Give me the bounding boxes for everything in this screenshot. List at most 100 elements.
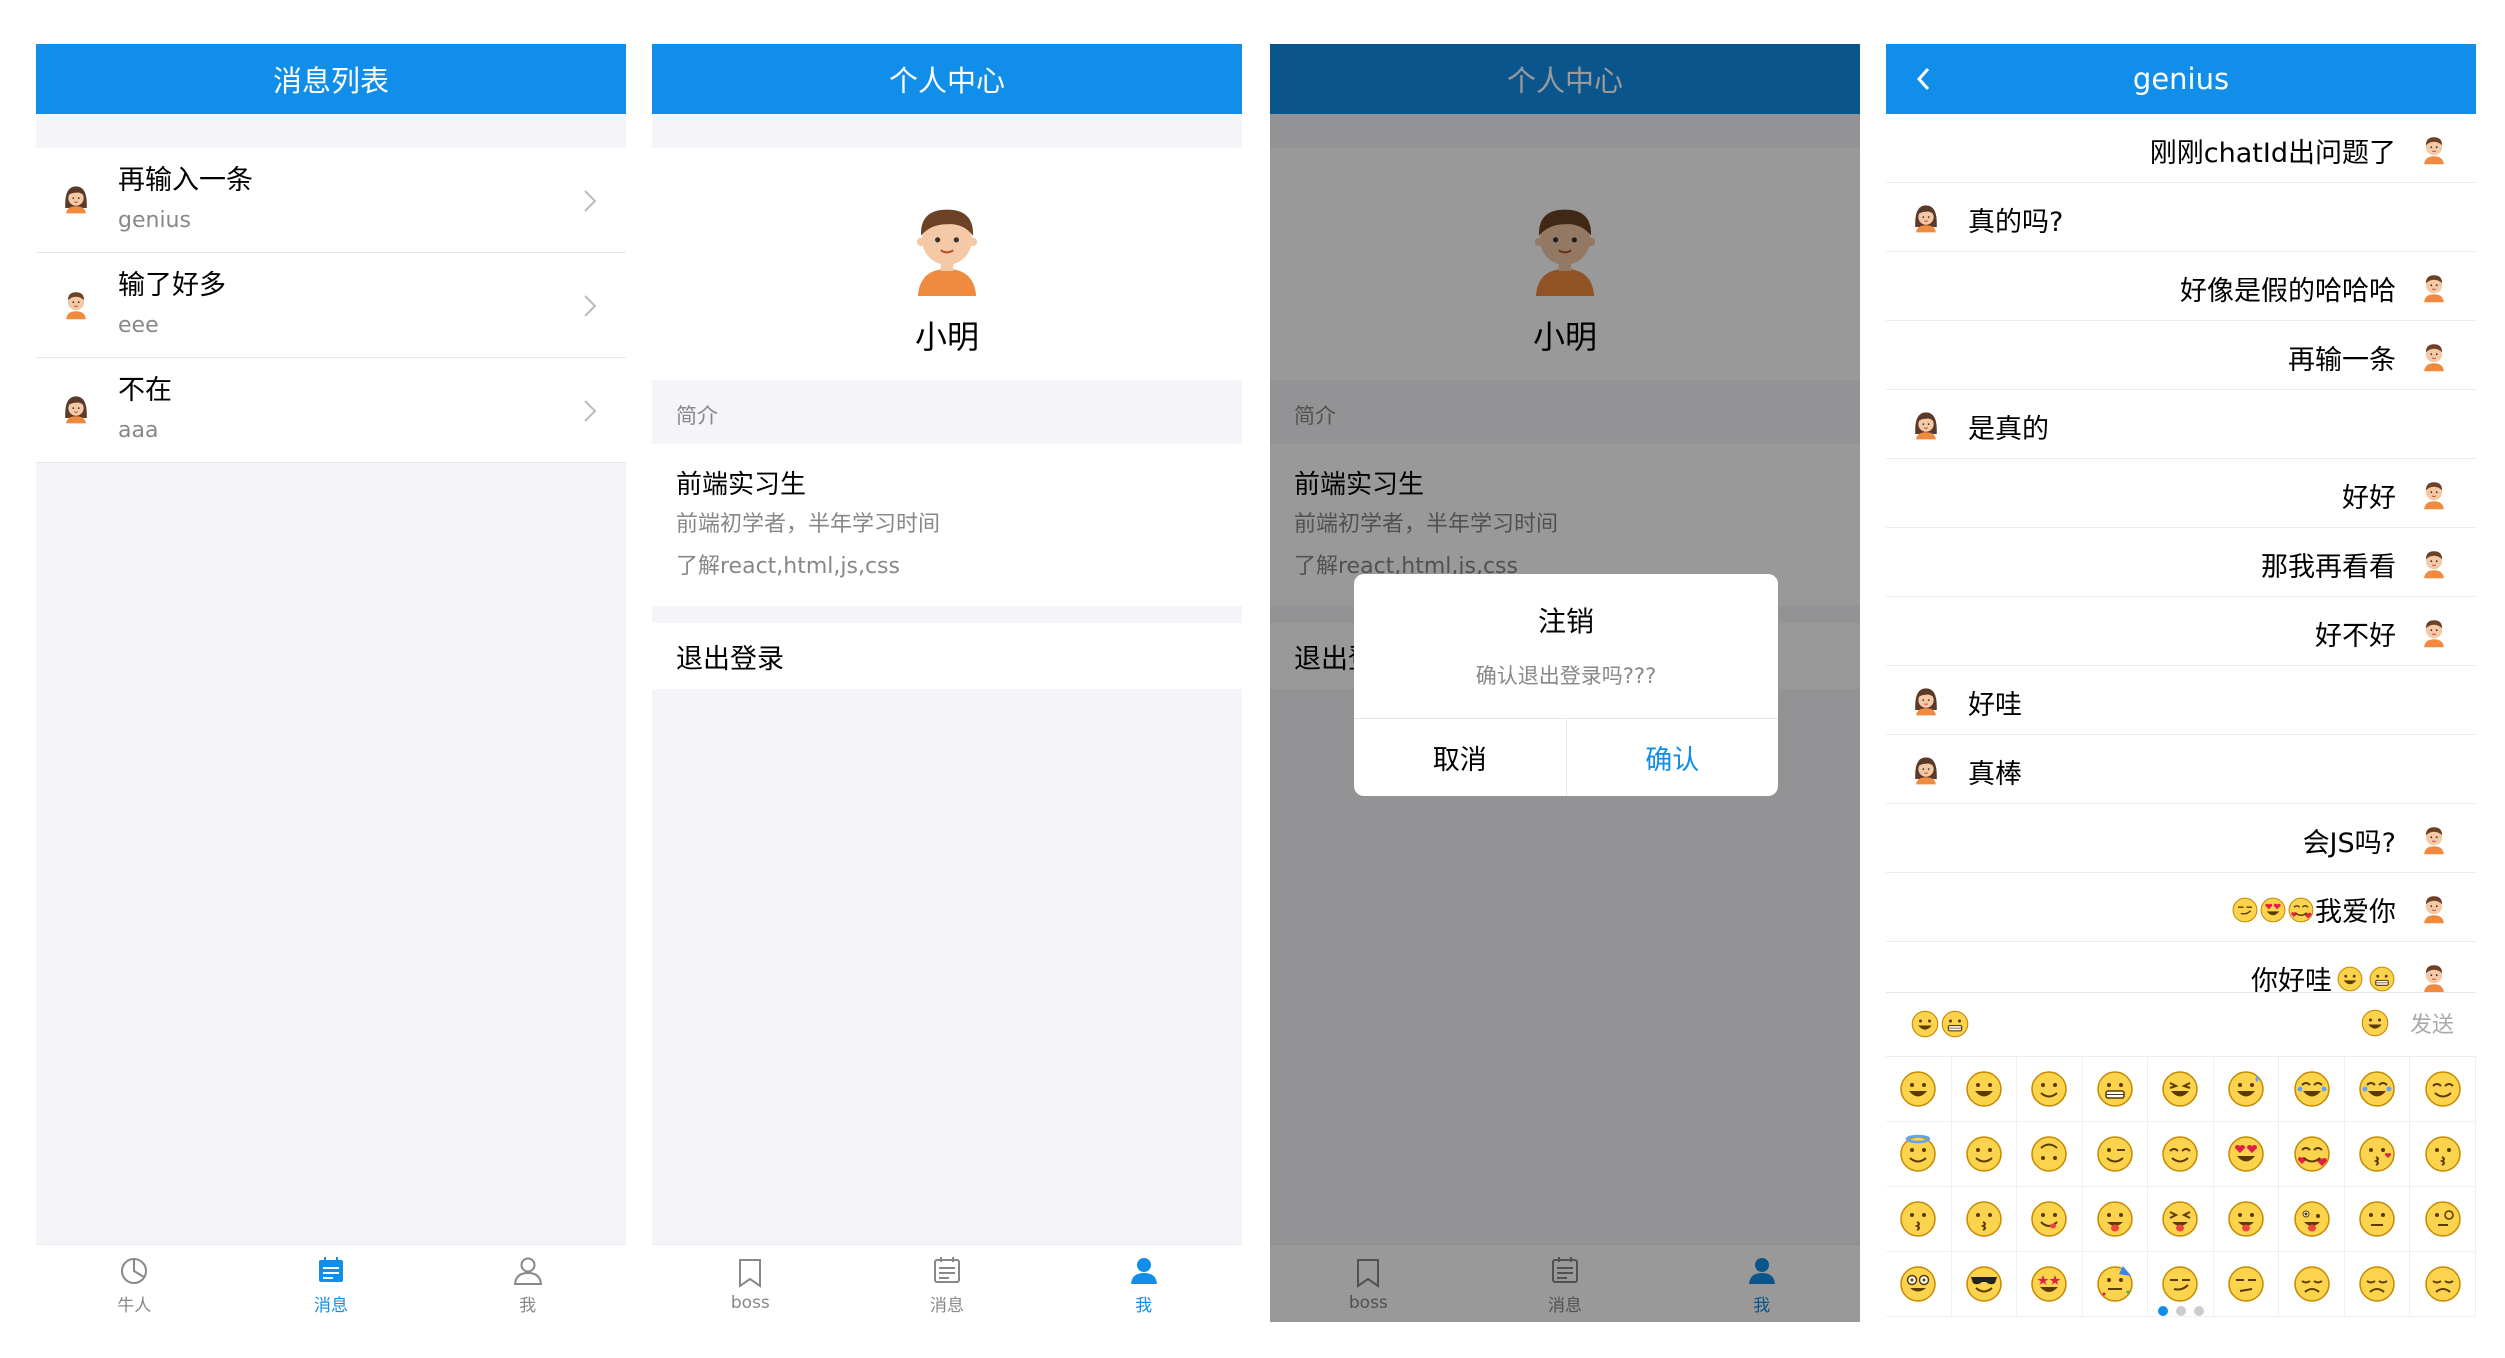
send-button[interactable]: 发送 [2410,1007,2454,1039]
chat-message-sent: 那我再看看 [1886,528,2476,597]
slight-smile-emoji-icon [1966,1136,2002,1172]
wink-emoji-icon [2097,1136,2133,1172]
emoji-cell[interactable] [2213,1122,2280,1187]
tab-item[interactable]: 消息 [233,1245,430,1322]
chat-bubble: 再输一条 [2288,338,2396,377]
navbar: genius [1886,44,2476,114]
chat-message-sent: 再输一条 [1886,321,2476,390]
chat-bubble: 真的吗? [1968,200,2063,239]
boy-avatar-icon [66,292,86,320]
list-item[interactable]: 输了好多 eee [36,253,626,358]
tab-label: 我 [1135,1295,1153,1316]
emoji-cell[interactable] [2148,1122,2214,1187]
chat-text: 是真的 [1968,414,2049,445]
emoji-cell[interactable] [2213,1057,2280,1122]
emoji-cell[interactable] [1886,1187,1952,1252]
grin-emoji-icon [1911,1010,1939,1038]
list-item[interactable]: 不在 aaa [36,358,626,463]
emoji-cell[interactable] [2344,1122,2411,1187]
message-sender: genius [118,208,191,233]
intro-card: 前端实习生 前端初学者，半年学习时间 了解react,html,js,css [652,444,1242,606]
chat-message-received: 真的吗? [1886,183,2476,252]
message-sender: eee [118,313,159,338]
emoji-cell[interactable] [1951,1057,2018,1122]
emoji-toggle-icon[interactable] [2360,1008,2390,1038]
list-item[interactable]: 再输入一条 genius [36,148,626,253]
logout-button[interactable]: 退出登录 [652,623,1242,689]
dialog-title: 注销 [1537,605,1594,638]
cool-emoji-icon [1966,1266,2002,1302]
message-title: 再输入一条 [118,165,253,196]
tab-item[interactable]: 我 [1045,1245,1242,1322]
emoji-cell[interactable] [2344,1057,2411,1122]
tab-item[interactable]: boss [652,1245,849,1322]
emoji-cell[interactable] [2410,1057,2476,1122]
navbar: 个人中心 [652,44,1242,114]
emoji-cell[interactable] [2213,1187,2280,1252]
chat-bubble: 我爱你 [2231,890,2396,929]
message-input[interactable] [1910,1009,1970,1039]
page-title: 个人中心 [888,64,1005,98]
grimace-emoji-icon [2097,1071,2133,1107]
profile-screen: 个人中心 小明 简介 前端实习生 前端初学者，半年学习时间 了解react,ht… [652,44,1242,1322]
emoji-cell[interactable] [2017,1187,2083,1252]
emoji-cell[interactable] [2017,1122,2083,1187]
tab-label: 消息 [314,1295,348,1316]
page-dot[interactable] [2158,1306,2168,1316]
tab-bar: 牛人 消息 我 [36,1244,626,1322]
emoji-cell[interactable] [1951,1122,2018,1187]
emoji-cell[interactable] [1886,1057,1952,1122]
party-emoji-icon [2097,1266,2133,1302]
profile-header: 小明 [652,148,1242,380]
emoji-cell[interactable] [2082,1057,2149,1122]
emoji-cell[interactable] [2344,1187,2411,1252]
heart-eyes-emoji-icon [2228,1136,2264,1172]
tab-item[interactable]: 消息 [849,1245,1046,1322]
emoji-cell[interactable] [2148,1057,2214,1122]
emoji-cell[interactable] [2410,1187,2476,1252]
emoji-cell[interactable] [2410,1122,2476,1187]
worried-emoji-icon [2424,1266,2461,1302]
cancel-button[interactable]: 取消 [1354,719,1567,796]
message-title: 输了好多 [118,270,226,301]
heart-hug-emoji-icon [2288,897,2314,922]
kiss-closed-emoji-icon [1966,1201,2002,1237]
emoji-cell[interactable] [2279,1122,2345,1187]
emoji-cell[interactable] [2017,1057,2083,1122]
page-dot[interactable] [2194,1306,2204,1316]
boy-avatar-icon [2424,137,2444,165]
emoji-cell[interactable] [1951,1187,2018,1252]
emoji-cell[interactable] [2279,1187,2345,1252]
message-list: 再输入一条 genius 输了好多 eee 不在 aaa [36,148,626,463]
back-button[interactable] [1914,44,1932,114]
intro-title: 前端实习生 [676,470,807,500]
user-icon [1130,1257,1157,1284]
unamused-emoji-icon [2228,1266,2264,1302]
composer-actions: 发送 [2360,1007,2454,1039]
chevron-right-icon [584,295,597,317]
girl-avatar-icon [1915,205,1937,233]
emoji-cell[interactable] [2279,1057,2345,1122]
emoji-cell[interactable] [1886,1122,1952,1187]
tab-item[interactable]: 我 [429,1245,626,1322]
page-dot[interactable] [2176,1306,2186,1316]
chat-bubble: 好好 [2342,476,2396,515]
profile-name: 小明 [914,318,979,356]
emoji-cell[interactable] [2082,1122,2149,1187]
chat-bubble: 刚刚chatId出问题了 [2150,131,2396,170]
tab-item[interactable]: 牛人 [36,1245,233,1322]
boy-avatar-icon [2424,827,2444,855]
chat-text: 真的吗? [1968,207,2064,238]
grinning-emoji-icon [1966,1071,2002,1107]
pie-chart-icon [121,1257,148,1284]
chat-bubble: 那我再看看 [2261,545,2396,584]
wink-tongue-emoji-icon [2228,1201,2264,1237]
confirm-button[interactable]: 确认 [1567,719,1779,796]
heart-eyes-emoji-icon [2260,897,2286,922]
emoji-cell[interactable] [2148,1187,2214,1252]
chat-bubble: 好像是假的哈哈哈 [2180,269,2396,308]
boy-avatar-icon [916,209,978,296]
chat-text: 真棒 [1968,759,2022,790]
emoji-cell[interactable] [2082,1187,2149,1252]
message-sender: aaa [118,418,159,443]
